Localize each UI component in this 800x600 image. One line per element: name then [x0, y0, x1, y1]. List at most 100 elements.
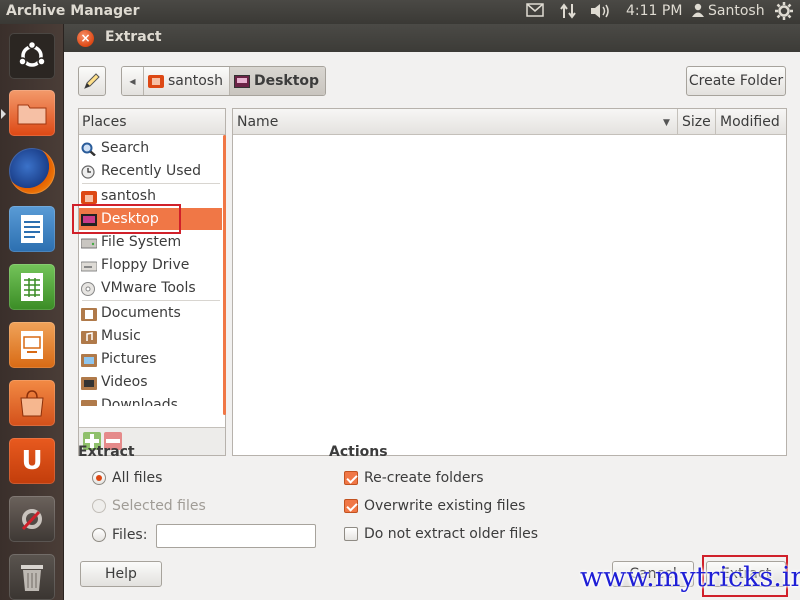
place-downloads[interactable]: Downloads	[79, 394, 222, 406]
do-not-extract-older-label: Do not extract older files	[364, 526, 539, 542]
user-icon[interactable]	[692, 3, 704, 21]
watermark: www.mytricks.in	[580, 562, 800, 593]
ubuntu-one-icon: U	[9, 438, 55, 484]
place-vmware-tools[interactable]: VMware Tools	[79, 277, 222, 299]
path-scroll-left-button[interactable]: ◀	[122, 67, 144, 95]
places-header[interactable]: Places	[79, 109, 225, 135]
selected-files-radio: Selected files	[92, 497, 206, 515]
folder-icon	[9, 90, 55, 136]
dialog-titlebar[interactable]: × Extract	[64, 24, 800, 52]
file-list-header: Name ▼ Size Modified	[233, 109, 786, 135]
place-label: Downloads	[101, 397, 178, 406]
launcher-firefox[interactable]	[6, 146, 58, 196]
help-button[interactable]: Help	[80, 561, 162, 587]
column-modified[interactable]: Modified	[716, 109, 786, 135]
checkbox-checked-indicator	[344, 499, 358, 513]
place-videos[interactable]: Videos	[79, 371, 222, 393]
place-label: Documents	[101, 305, 181, 321]
place-label: File System	[101, 234, 182, 250]
launcher-software-center[interactable]	[6, 378, 58, 428]
user-name[interactable]: Santosh	[708, 3, 765, 19]
files-pattern-input[interactable]	[156, 524, 316, 548]
firefox-icon	[9, 148, 55, 194]
downloads-folder-icon	[81, 398, 97, 406]
extract-dialog: × Extract ◀ santosh Desktop Create Folde…	[64, 24, 800, 600]
selected-files-label: Selected files	[112, 498, 206, 514]
shopping-bag-icon	[9, 380, 55, 426]
all-files-radio[interactable]: All files	[92, 469, 162, 487]
home-folder-icon	[148, 74, 164, 88]
search-icon	[81, 141, 97, 157]
calc-icon	[9, 264, 55, 310]
launcher-impress[interactable]	[6, 320, 58, 370]
floppy-icon	[80, 258, 98, 272]
close-icon: ×	[80, 31, 91, 45]
dash-button[interactable]	[6, 31, 58, 81]
actions-section-title: Actions	[329, 444, 388, 460]
launcher-ubuntu-one[interactable]: U	[6, 436, 58, 486]
column-size[interactable]: Size	[678, 109, 716, 135]
path-segment-home[interactable]: santosh	[144, 67, 230, 95]
places-pane: Places Search Recently Used santosh Desk…	[78, 108, 226, 456]
impress-icon	[9, 322, 55, 368]
clock[interactable]: 4:11 PM	[626, 3, 682, 19]
mail-icon[interactable]	[526, 3, 544, 21]
do-not-extract-older-checkbox[interactable]: Do not extract older files	[344, 525, 538, 543]
music-folder-icon	[81, 329, 97, 344]
top-panel: Archive Manager 4:11 PM Santosh	[0, 0, 800, 24]
network-icon[interactable]	[559, 3, 577, 23]
place-music[interactable]: Music	[79, 325, 222, 347]
place-label: VMware Tools	[101, 280, 196, 296]
path-segment-label: Desktop	[253, 73, 320, 89]
place-label: Floppy Drive	[101, 257, 190, 273]
launcher-calc[interactable]	[6, 262, 58, 312]
launcher-system-settings[interactable]	[6, 494, 58, 544]
extract-section-title: Extract	[78, 444, 135, 460]
place-recently-used[interactable]: Recently Used	[79, 160, 222, 182]
launcher-trash[interactable]	[6, 552, 58, 600]
videos-folder-icon	[81, 375, 97, 390]
files-radio[interactable]: Files:	[92, 526, 147, 544]
place-floppy-drive[interactable]: Floppy Drive	[79, 254, 222, 276]
checkbox-checked-indicator	[344, 471, 358, 485]
place-pictures[interactable]: Pictures	[79, 348, 222, 370]
clock-icon	[81, 164, 97, 179]
place-label: Recently Used	[101, 163, 202, 179]
pictures-folder-icon	[81, 352, 97, 367]
place-documents[interactable]: Documents	[79, 302, 222, 324]
places-scrollbar[interactable]	[223, 135, 226, 415]
column-name[interactable]: Name	[233, 109, 678, 135]
close-button[interactable]: ×	[77, 30, 94, 47]
path-bar: ◀ santosh Desktop	[121, 66, 327, 96]
all-files-label: All files	[112, 470, 163, 486]
places-separator	[82, 300, 220, 301]
places-separator	[82, 183, 220, 184]
dialog-title: Extract	[105, 29, 162, 45]
desktop-icon	[233, 74, 250, 88]
create-folder-button[interactable]: Create Folder	[686, 66, 786, 96]
recreate-folders-checkbox[interactable]: Re-create folders	[344, 469, 484, 487]
place-label: santosh	[101, 188, 156, 204]
place-label: Pictures	[101, 351, 157, 367]
trash-icon	[9, 554, 55, 600]
overwrite-existing-checkbox[interactable]: Overwrite existing files	[344, 497, 525, 515]
volume-icon[interactable]	[590, 3, 612, 23]
settings-wrench-icon	[9, 496, 55, 542]
ubuntu-logo-icon	[9, 33, 55, 79]
documents-folder-icon	[81, 306, 97, 321]
place-label: Search	[101, 140, 150, 156]
desktop-highlight-annotation	[72, 204, 181, 234]
home-folder-icon	[81, 189, 97, 204]
file-list[interactable]: Name ▼ Size Modified	[232, 108, 787, 456]
type-location-button[interactable]	[78, 66, 106, 96]
gear-icon[interactable]	[775, 2, 793, 24]
launcher-writer[interactable]	[6, 204, 58, 254]
launcher-home-folder[interactable]	[6, 88, 58, 138]
path-segment-desktop[interactable]: Desktop	[229, 67, 326, 95]
radio-off-indicator	[92, 528, 106, 542]
checkbox-unchecked-indicator	[344, 527, 358, 541]
place-search[interactable]: Search	[79, 137, 222, 159]
pencil-icon	[84, 73, 100, 89]
place-file-system[interactable]: File System	[79, 231, 222, 253]
optical-disc-icon	[81, 281, 97, 296]
